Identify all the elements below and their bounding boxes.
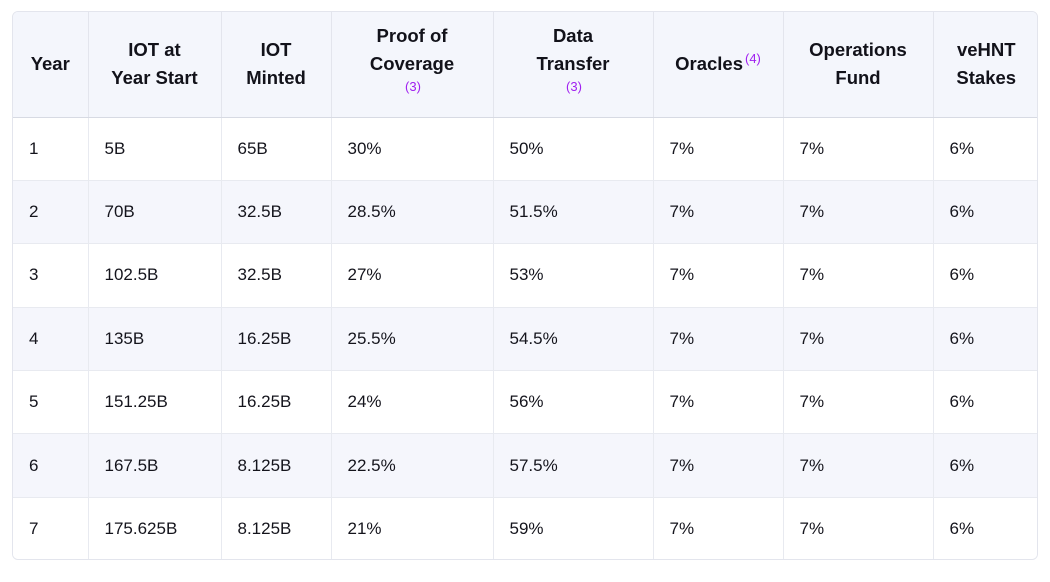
cell-data_xfer: 59% xyxy=(493,497,653,560)
cell-iot_start: 102.5B xyxy=(88,244,221,307)
cell-iot_minted: 8.125B xyxy=(221,434,331,497)
column-header-text: Proof of xyxy=(340,22,485,50)
cell-iot_minted: 16.25B xyxy=(221,371,331,434)
cell-iot_minted: 32.5B xyxy=(221,244,331,307)
column-header-text: veHNT xyxy=(942,36,1032,64)
table-header: YearIOT atYear StartIOTMintedProof ofCov… xyxy=(13,12,1038,117)
cell-iot_minted: 8.125B xyxy=(221,497,331,560)
footnote-marker[interactable]: (3) xyxy=(405,79,421,94)
column-header-ops_fund: OperationsFund xyxy=(783,12,933,117)
table-row: 3102.5B32.5B27%53%7%7%6% xyxy=(13,244,1038,307)
column-header-text: Year xyxy=(31,53,70,74)
cell-poc: 28.5% xyxy=(331,180,493,243)
iot-emissions-table: YearIOT atYear StartIOTMintedProof ofCov… xyxy=(13,12,1038,560)
column-header-text: Transfer xyxy=(502,50,645,78)
table-row: 7175.625B8.125B21%59%7%7%6% xyxy=(13,497,1038,560)
cell-oracles: 7% xyxy=(653,434,783,497)
cell-data_xfer: 57.5% xyxy=(493,434,653,497)
cell-poc: 21% xyxy=(331,497,493,560)
cell-ops_fund: 7% xyxy=(783,307,933,370)
cell-vehnt: 6% xyxy=(933,371,1038,434)
cell-vehnt: 6% xyxy=(933,434,1038,497)
table-row: 5151.25B16.25B24%56%7%7%6% xyxy=(13,371,1038,434)
cell-ops_fund: 7% xyxy=(783,371,933,434)
cell-year: 2 xyxy=(13,180,88,243)
column-header-text: Minted xyxy=(230,64,323,92)
cell-iot_start: 70B xyxy=(88,180,221,243)
cell-iot_minted: 32.5B xyxy=(221,180,331,243)
cell-vehnt: 6% xyxy=(933,180,1038,243)
cell-iot_start: 167.5B xyxy=(88,434,221,497)
cell-iot_start: 5B xyxy=(88,117,221,180)
cell-poc: 27% xyxy=(331,244,493,307)
cell-poc: 30% xyxy=(331,117,493,180)
cell-ops_fund: 7% xyxy=(783,497,933,560)
column-header-year: Year xyxy=(13,12,88,117)
cell-year: 1 xyxy=(13,117,88,180)
cell-oracles: 7% xyxy=(653,307,783,370)
column-header-text: IOT at xyxy=(97,36,213,64)
table-row: 270B32.5B28.5%51.5%7%7%6% xyxy=(13,180,1038,243)
column-header-poc: Proof ofCoverage(3) xyxy=(331,12,493,117)
footnote-marker[interactable]: (3) xyxy=(566,79,582,94)
cell-year: 3 xyxy=(13,244,88,307)
column-header-text: IOT xyxy=(230,36,323,64)
column-header-data_xfer: DataTransfer(3) xyxy=(493,12,653,117)
cell-vehnt: 6% xyxy=(933,497,1038,560)
cell-oracles: 7% xyxy=(653,180,783,243)
cell-oracles: 7% xyxy=(653,117,783,180)
cell-poc: 22.5% xyxy=(331,434,493,497)
cell-vehnt: 6% xyxy=(933,244,1038,307)
cell-data_xfer: 53% xyxy=(493,244,653,307)
column-header-text: Stakes xyxy=(942,64,1032,92)
cell-year: 7 xyxy=(13,497,88,560)
column-header-text: Oracles xyxy=(675,53,743,74)
header-row: YearIOT atYear StartIOTMintedProof ofCov… xyxy=(13,12,1038,117)
cell-ops_fund: 7% xyxy=(783,117,933,180)
cell-iot_start: 175.625B xyxy=(88,497,221,560)
cell-poc: 24% xyxy=(331,371,493,434)
cell-ops_fund: 7% xyxy=(783,434,933,497)
cell-iot_start: 135B xyxy=(88,307,221,370)
column-header-vehnt: veHNTStakes xyxy=(933,12,1038,117)
cell-data_xfer: 54.5% xyxy=(493,307,653,370)
cell-iot_start: 151.25B xyxy=(88,371,221,434)
cell-data_xfer: 51.5% xyxy=(493,180,653,243)
column-header-text: Coverage xyxy=(340,50,485,78)
emissions-table-container: YearIOT atYear StartIOTMintedProof ofCov… xyxy=(12,11,1038,560)
column-header-oracles: Oracles(4) xyxy=(653,12,783,117)
cell-ops_fund: 7% xyxy=(783,180,933,243)
column-header-iot_minted: IOTMinted xyxy=(221,12,331,117)
column-header-text: Data xyxy=(502,22,645,50)
table-row: 6167.5B8.125B22.5%57.5%7%7%6% xyxy=(13,434,1038,497)
cell-oracles: 7% xyxy=(653,244,783,307)
cell-oracles: 7% xyxy=(653,497,783,560)
cell-iot_minted: 16.25B xyxy=(221,307,331,370)
table-row: 4135B16.25B25.5%54.5%7%7%6% xyxy=(13,307,1038,370)
column-header-iot_start: IOT atYear Start xyxy=(88,12,221,117)
cell-iot_minted: 65B xyxy=(221,117,331,180)
cell-vehnt: 6% xyxy=(933,117,1038,180)
table-row: 15B65B30%50%7%7%6% xyxy=(13,117,1038,180)
table-body: 15B65B30%50%7%7%6%270B32.5B28.5%51.5%7%7… xyxy=(13,117,1038,560)
cell-poc: 25.5% xyxy=(331,307,493,370)
column-header-text: Operations xyxy=(792,36,925,64)
cell-ops_fund: 7% xyxy=(783,244,933,307)
cell-oracles: 7% xyxy=(653,371,783,434)
cell-year: 5 xyxy=(13,371,88,434)
cell-data_xfer: 50% xyxy=(493,117,653,180)
cell-data_xfer: 56% xyxy=(493,371,653,434)
column-header-text: Fund xyxy=(792,64,925,92)
cell-year: 4 xyxy=(13,307,88,370)
cell-vehnt: 6% xyxy=(933,307,1038,370)
cell-year: 6 xyxy=(13,434,88,497)
column-header-text: Year Start xyxy=(97,64,213,92)
footnote-marker[interactable]: (4) xyxy=(745,51,761,66)
